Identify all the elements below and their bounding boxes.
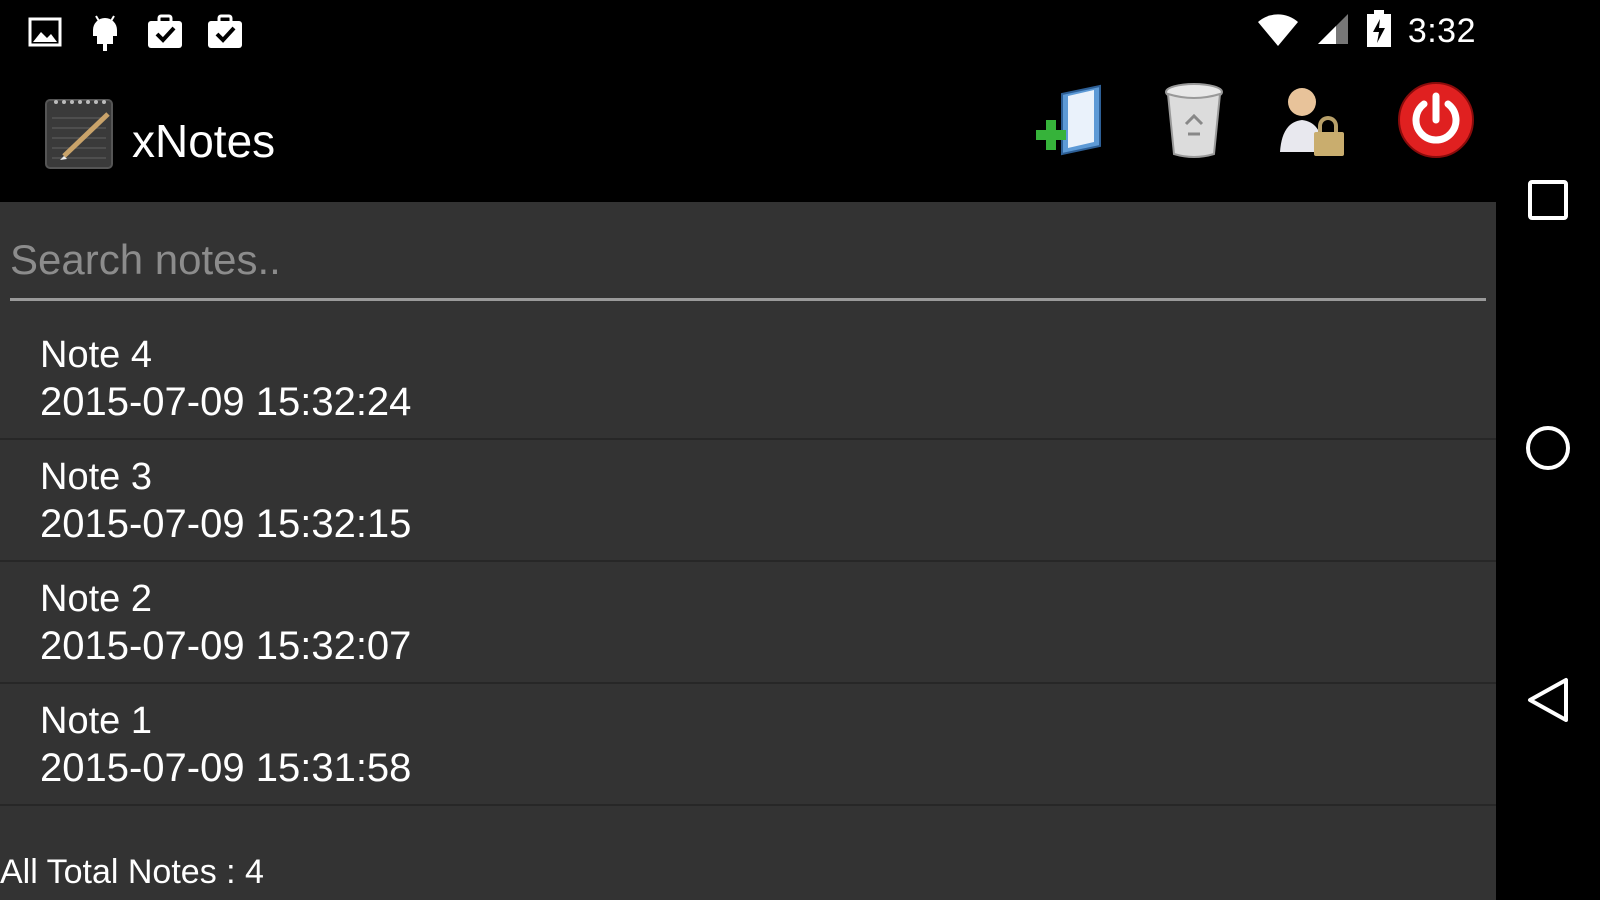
list-item[interactable]: Note 3 2015-07-09 15:32:15	[0, 440, 1496, 562]
status-bar: 3:32	[0, 0, 1496, 66]
notes-content: Note 4 2015-07-09 15:32:24 Note 3 2015-0…	[0, 202, 1496, 900]
app-title: xNotes	[132, 115, 276, 167]
note-date: 2015-07-09 15:32:24	[40, 380, 412, 424]
back-icon	[1526, 676, 1570, 729]
user-lock-icon	[1272, 80, 1352, 165]
back-button[interactable]	[1522, 676, 1574, 728]
note-title: Note 1	[40, 700, 152, 742]
home-icon	[1524, 424, 1572, 477]
delete-button[interactable]	[1152, 80, 1236, 164]
power-icon	[1396, 80, 1476, 165]
clipboard-check-icon	[146, 12, 184, 52]
note-title: Note 2	[40, 578, 152, 620]
action-bar: xNotes	[0, 66, 1496, 202]
home-button[interactable]	[1522, 424, 1574, 476]
note-date: 2015-07-09 15:32:07	[40, 624, 412, 668]
android-debug-icon	[86, 12, 124, 52]
battery-charging-icon	[1366, 10, 1392, 53]
list-item[interactable]: Note 1 2015-07-09 15:31:58	[0, 684, 1496, 806]
wifi-icon	[1256, 12, 1300, 51]
note-date: 2015-07-09 15:32:15	[40, 502, 412, 546]
clock: 3:32	[1407, 12, 1476, 50]
list-item[interactable]: Note 4 2015-07-09 15:32:24	[0, 318, 1496, 440]
list-item[interactable]: Note 2 2015-07-09 15:32:07	[0, 562, 1496, 684]
clipboard-check-icon	[206, 12, 244, 52]
note-title: Note 4	[40, 334, 152, 376]
note-date: 2015-07-09 15:31:58	[40, 746, 412, 790]
add-note-button[interactable]	[1030, 80, 1114, 164]
add-note-icon	[1032, 80, 1112, 165]
trash-icon	[1162, 80, 1226, 165]
user-lock-button[interactable]	[1270, 80, 1354, 164]
search-box	[10, 230, 1486, 301]
navigation-bar	[1496, 0, 1600, 900]
note-list: Note 4 2015-07-09 15:32:24 Note 3 2015-0…	[0, 318, 1496, 806]
recents-icon	[1526, 178, 1570, 227]
search-input[interactable]	[10, 230, 1486, 290]
recents-button[interactable]	[1522, 176, 1574, 228]
power-button[interactable]	[1394, 80, 1478, 164]
note-title: Note 3	[40, 456, 152, 498]
image-icon	[26, 12, 64, 52]
notepad-icon	[42, 94, 118, 170]
total-notes-label: All Total Notes : 4	[0, 853, 264, 891]
signal-icon	[1316, 12, 1350, 51]
